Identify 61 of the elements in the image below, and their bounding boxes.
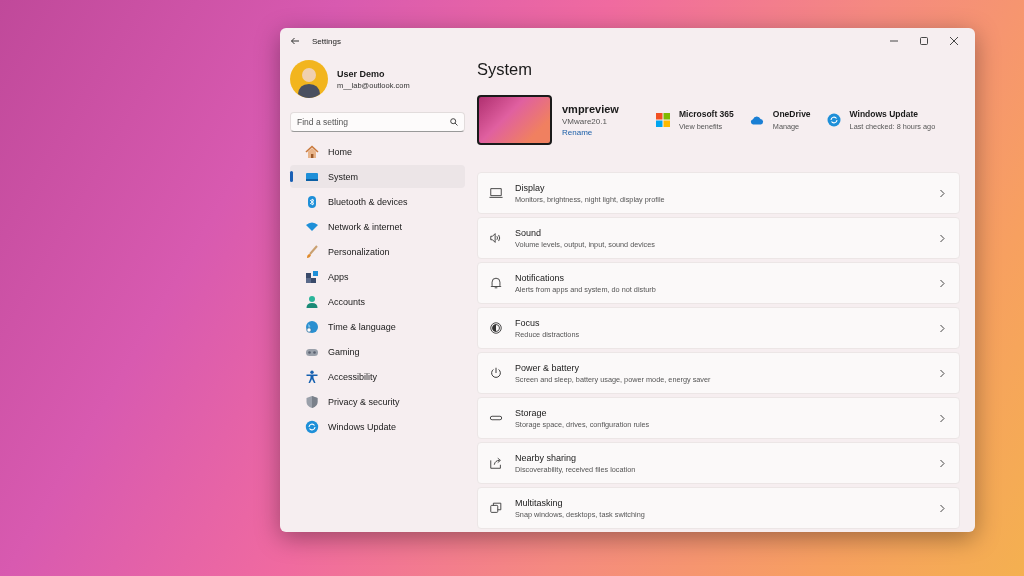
row-icon bbox=[489, 321, 503, 335]
search-field[interactable]: Find a setting bbox=[290, 112, 465, 132]
row-title: Nearby sharing bbox=[515, 452, 577, 463]
back-arrow-icon[interactable] bbox=[290, 36, 300, 46]
row-title: Display bbox=[515, 182, 545, 193]
row-icon bbox=[489, 231, 503, 245]
nav-icon bbox=[305, 269, 319, 284]
nav-icon bbox=[305, 369, 319, 384]
user-name: User Demo bbox=[337, 68, 386, 79]
nav-icon bbox=[305, 194, 319, 209]
cloud-icon bbox=[749, 115, 764, 125]
window-title: Settings bbox=[312, 36, 342, 46]
row-title: Sound bbox=[515, 227, 542, 238]
rename-link[interactable]: Rename bbox=[562, 128, 593, 137]
row-icon bbox=[489, 456, 503, 470]
row-icon bbox=[489, 276, 503, 290]
nav-icon bbox=[305, 394, 319, 409]
search-icon bbox=[450, 118, 458, 126]
chevron-icon bbox=[939, 458, 945, 468]
nav-icon bbox=[305, 419, 319, 434]
link-title[interactable]: OneDrive bbox=[772, 109, 811, 119]
sidebar-item[interactable]: Accessibility bbox=[290, 365, 465, 388]
chevron-icon bbox=[939, 503, 945, 513]
nav-icon bbox=[305, 144, 319, 159]
sidebar-item[interactable]: Windows Update bbox=[290, 415, 465, 438]
sidebar-item[interactable]: Time & language bbox=[290, 315, 465, 338]
chevron-icon bbox=[939, 413, 945, 423]
row-title: Storage bbox=[515, 407, 547, 418]
sidebar-item[interactable]: System bbox=[290, 165, 465, 188]
sidebar-item[interactable]: Accounts bbox=[290, 290, 465, 313]
sidebar-item[interactable]: Privacy & security bbox=[290, 390, 465, 413]
chevron-icon bbox=[939, 233, 945, 243]
row-title: Multitasking bbox=[515, 497, 563, 508]
selection-indicator bbox=[290, 171, 293, 182]
chevron-icon bbox=[939, 188, 945, 198]
page-title: System bbox=[477, 60, 533, 79]
chevron-icon bbox=[939, 323, 945, 333]
four-squares-icon bbox=[656, 113, 670, 127]
chevron-icon bbox=[939, 278, 945, 288]
nav-icon bbox=[305, 294, 319, 309]
sync-icon bbox=[826, 113, 841, 127]
sidebar-item[interactable]: Bluetooth & devices bbox=[290, 190, 465, 213]
sidebar-item[interactable]: Home bbox=[290, 140, 465, 163]
device-model: VMware20.1 bbox=[562, 117, 608, 126]
row-title: Focus bbox=[515, 317, 540, 328]
row-icon bbox=[489, 366, 503, 380]
sidebar-item[interactable]: Network & internet bbox=[290, 215, 465, 238]
row-icon bbox=[489, 186, 503, 200]
chevron-icon bbox=[939, 368, 945, 378]
nav-icon bbox=[305, 244, 319, 259]
sidebar-item[interactable]: Apps bbox=[290, 265, 465, 288]
link-title[interactable]: Windows Update bbox=[849, 109, 936, 119]
row-title: Notifications bbox=[515, 272, 565, 283]
link-title[interactable]: Microsoft 365 bbox=[679, 109, 734, 119]
avatar-icon bbox=[290, 60, 328, 98]
nav-icon bbox=[305, 319, 319, 334]
sidebar-item[interactable]: Personalization bbox=[290, 240, 465, 263]
row-title: Power & battery bbox=[515, 362, 580, 373]
sidebar-item[interactable]: Gaming bbox=[290, 340, 465, 363]
device-name: vmpreview bbox=[562, 103, 620, 115]
row-icon bbox=[489, 501, 503, 515]
